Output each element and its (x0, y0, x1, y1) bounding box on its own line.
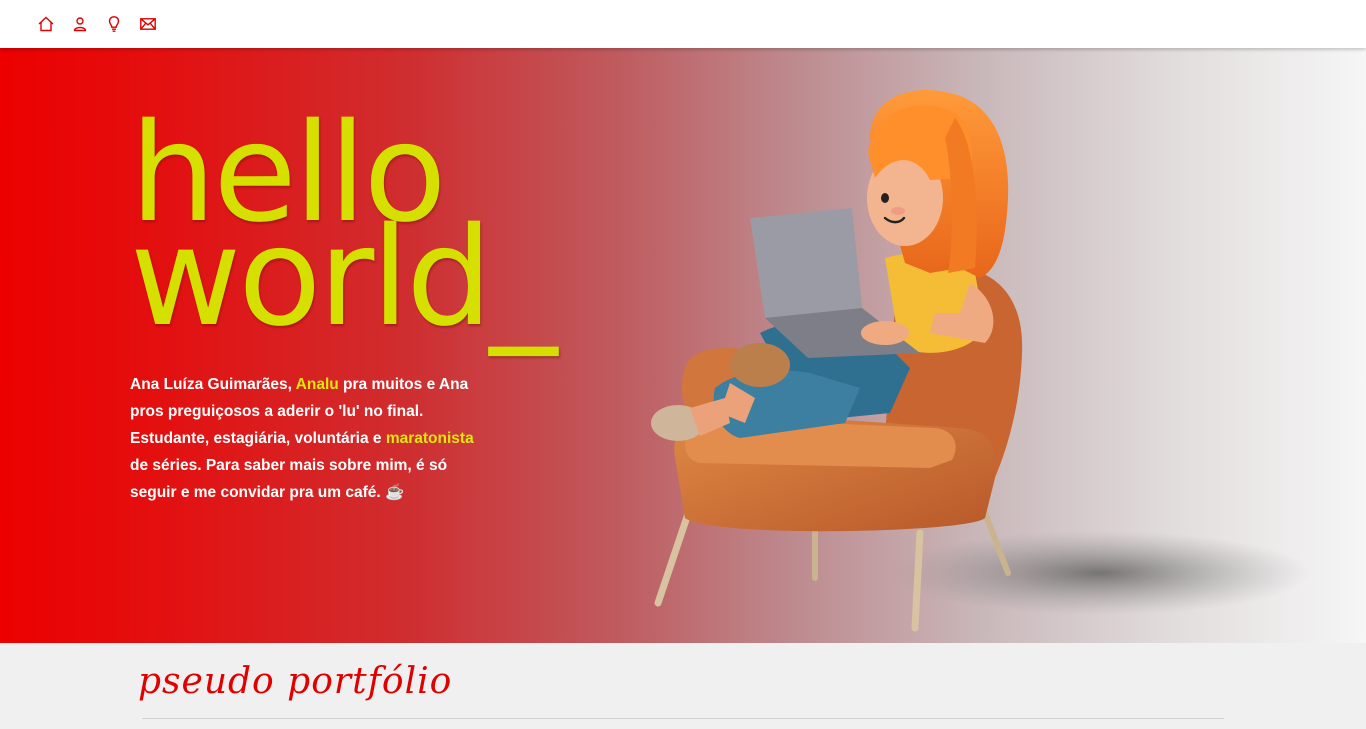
portfolio-title: pseudo portfólio (138, 661, 453, 702)
bio-highlight-maratonista: maratonista (385, 430, 474, 447)
bio-text-part: Ana Luíza Guimarães, (130, 376, 296, 393)
lightbulb-icon[interactable] (105, 15, 123, 33)
user-icon[interactable] (71, 15, 89, 33)
home-icon[interactable] (37, 15, 55, 33)
portfolio-section: pseudo portfólio (0, 643, 1366, 729)
bio-text-part: de séries. Para saber mais sobre mim, é … (130, 457, 448, 501)
top-nav (0, 0, 1366, 48)
headline-world: world_ (130, 199, 557, 357)
girl-in-armchair-illustration (651, 90, 1310, 632)
bio-highlight-analu: Analu (295, 376, 339, 393)
section-divider (142, 718, 1224, 719)
hero-section: hello world_ Ana Luíza Guimarães, Analu … (0, 48, 1366, 643)
mail-icon[interactable] (139, 15, 157, 33)
bio-text: Ana Luíza Guimarães, Analu pra muitos e … (130, 371, 480, 506)
